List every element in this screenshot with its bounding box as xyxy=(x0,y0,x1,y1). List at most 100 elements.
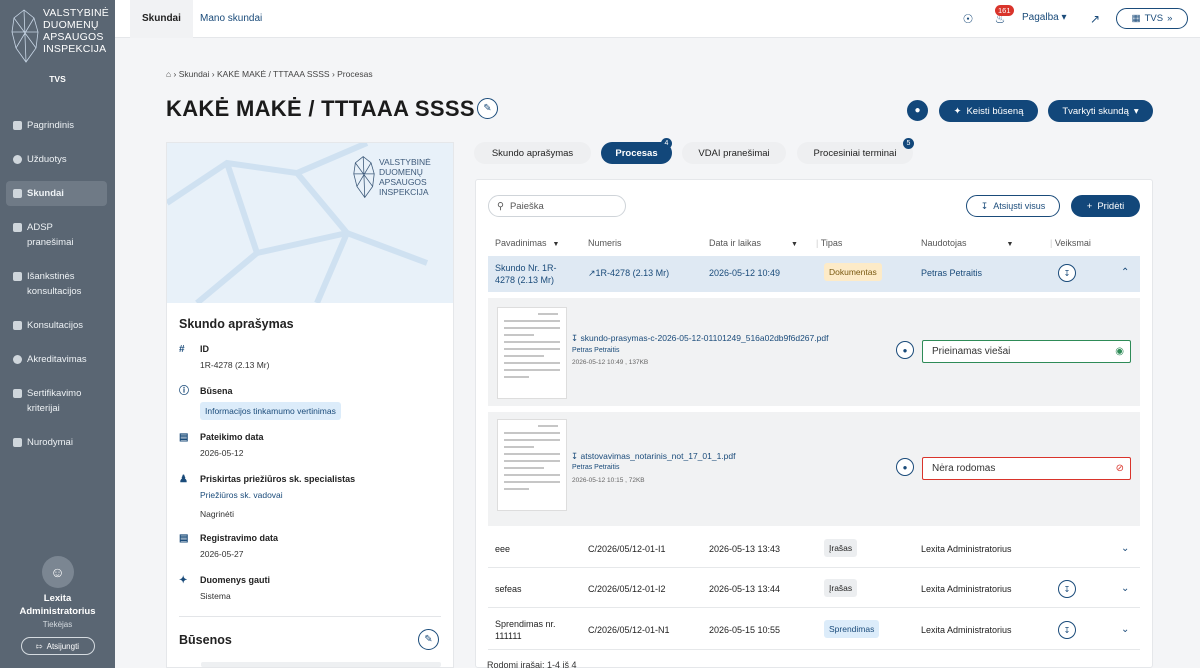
calendar-icon: ▤ xyxy=(179,533,189,544)
manage-complaint-button[interactable]: Tvarkyti skundą ▾ xyxy=(1048,100,1153,122)
table-row[interactable]: eee C/2026/05/12-01-I1 2026-05-13 13:43 … xyxy=(488,532,1140,568)
sidebar-item-skundai[interactable]: Skundai xyxy=(6,181,107,206)
table-row[interactable]: Sprendimas nr. 111111 C/2026/05/12-01-N1 … xyxy=(488,610,1140,650)
sidebar-item-konsultacijos[interactable]: Konsultacijos xyxy=(6,313,107,338)
tvs-button[interactable]: ▦ TVS» xyxy=(1116,8,1188,29)
chat-icon: ● xyxy=(914,105,921,116)
edit-statuses-button[interactable]: ✎ xyxy=(418,629,439,650)
doc-icon xyxy=(13,272,22,281)
breadcrumb-item: Procesas xyxy=(337,69,373,79)
file-thumbnail[interactable] xyxy=(497,419,567,511)
tab-skundai[interactable]: Skundai xyxy=(130,0,193,38)
home-icon[interactable]: ⌂ xyxy=(166,69,171,79)
tab-procesiniai-terminai[interactable]: Procesiniai terminai xyxy=(797,142,913,164)
tab-count-badge: 5 xyxy=(903,138,914,149)
home-icon xyxy=(13,121,22,130)
download-button[interactable]: ↧ xyxy=(1058,621,1076,639)
filter-icon[interactable]: ▼ xyxy=(791,241,798,248)
top-bar: Skundai Mano skundai ☉ ♨ 161 Pagalba ▾ ↗… xyxy=(115,0,1200,38)
share-icon[interactable]: ↗ xyxy=(1088,12,1102,26)
calendar-icon: ▤ xyxy=(179,432,189,443)
sidebar-item-sertifikavimo[interactable]: Sertifikavimo kriterijai xyxy=(6,381,107,421)
user-icon: ♟ xyxy=(179,474,188,485)
comment-button[interactable]: ● xyxy=(896,458,914,476)
cert-icon xyxy=(13,355,22,364)
tab-vdai-pranesimai[interactable]: VDAI pranešimai xyxy=(682,142,786,164)
download-icon: ↧ xyxy=(1063,584,1071,594)
chevron-up-icon[interactable]: ⌃ xyxy=(1121,267,1129,278)
visibility-field[interactable]: Prieinamas viešai ◉ xyxy=(922,340,1131,363)
tab-mano-skundai[interactable]: Mano skundai xyxy=(188,0,274,38)
field-submit-date: ▤ Pateikimo data 2026-05-12 xyxy=(179,432,264,458)
table-row[interactable]: Skundo Nr. 1R- 4278 (2.13 Mr) ↗1R-4278 (2… xyxy=(488,256,1140,292)
specialist-link[interactable]: Priežiūros sk. vadovai xyxy=(200,490,439,500)
statuses-title: Būsenos xyxy=(179,633,232,647)
download-icon: ↧ xyxy=(980,200,989,211)
file-download-link[interactable]: ↧ skundo-prasymas-c-2026-05-12-01101249_… xyxy=(571,333,828,344)
add-button[interactable]: + Pridėti xyxy=(1071,195,1140,217)
sidebar-item-isankstines[interactable]: Išankstinės konsultacijos xyxy=(6,264,107,304)
change-status-button[interactable]: ✦ Keisti būseną xyxy=(939,100,1038,122)
field-status: ⓘ Būsena Informacijos tinkamumo vertinim… xyxy=(179,386,439,420)
col-header-datetime[interactable]: Data ir laikas ▼ xyxy=(709,238,798,248)
file-attachment-row: ↧ skundo-prasymas-c-2026-05-12-01101249_… xyxy=(488,298,1140,406)
file-thumbnail[interactable] xyxy=(497,307,567,399)
comment-button[interactable]: ● xyxy=(896,341,914,359)
vdai-logo[interactable]: VALSTYBINĖ DUOMENŲ APSAUGOS INSPEKCIJA xyxy=(10,6,110,64)
sidebar: VALSTYBINĖ DUOMENŲ APSAUGOS INSPEKCIJA T… xyxy=(0,0,115,668)
chevron-down-icon[interactable]: ⌄ xyxy=(1121,543,1129,554)
download-button[interactable]: ↧ xyxy=(1058,264,1076,282)
chevron-down-icon[interactable]: ⌄ xyxy=(1121,624,1129,635)
notification-badge: 161 xyxy=(995,5,1014,16)
eye-off-icon[interactable]: ⊘ xyxy=(1116,463,1124,474)
avatar[interactable]: ☺ xyxy=(41,556,74,588)
field-id: # ID 1R-4278 (2.13 Mr) xyxy=(179,344,270,370)
filter-icon[interactable]: ▼ xyxy=(1007,241,1014,248)
download-button[interactable]: ↧ xyxy=(1058,580,1076,598)
logo-mark-icon xyxy=(11,9,39,63)
logout-icon: ⇰ xyxy=(35,641,43,651)
col-header-number[interactable]: Numeris xyxy=(588,238,622,248)
sidebar-item-akreditavimas[interactable]: Akreditavimas xyxy=(6,347,107,372)
logout-button[interactable]: ⇰ Atsijungti xyxy=(20,637,95,655)
type-badge: Įrašas xyxy=(824,579,858,597)
tab-skundo-aprasymas[interactable]: Skundo aprašymas xyxy=(474,142,591,164)
visibility-field[interactable]: Nėra rodomas ⊘ xyxy=(922,457,1131,480)
col-header-user[interactable]: Naudotojas ▼ xyxy=(921,238,1013,248)
sidebar-item-nurodymai[interactable]: Nurodymai xyxy=(6,430,107,455)
type-badge: Sprendimas xyxy=(824,620,880,638)
comments-button[interactable]: ● xyxy=(907,100,928,121)
col-header-type[interactable]: | Tipas xyxy=(816,238,842,248)
sidebar-item-pagrindinis[interactable]: Pagrindinis xyxy=(6,113,107,138)
org-short-label: TVS xyxy=(49,74,66,84)
accessibility-icon[interactable]: ☉ xyxy=(961,12,975,26)
edit-title-button[interactable]: ✎ xyxy=(477,98,498,119)
download-all-button[interactable]: ↧ Atsiųsti visus xyxy=(966,195,1060,217)
eye-icon[interactable]: ◉ xyxy=(1115,346,1124,357)
chat-icon xyxy=(13,321,22,330)
chevron-down-icon[interactable]: ⌄ xyxy=(1121,583,1129,594)
breadcrumb-item[interactable]: Skundai xyxy=(179,69,210,79)
file-download-link[interactable]: ↧ atstovavimas_notarinis_not_17_01_1.pdf xyxy=(571,451,736,462)
external-link[interactable]: ↗1R-4278 (2.13 Mr) xyxy=(588,268,669,279)
col-header-name[interactable]: Pavadinimas ▼ xyxy=(495,238,559,248)
help-dropdown[interactable]: Pagalba ▾ xyxy=(1022,12,1067,23)
section-title: Skundo aprašymas xyxy=(179,317,294,331)
table-footer: Rodomi įrašai: 1-4 iš 4 xyxy=(487,660,577,668)
sidebar-item-adsp[interactable]: ADSP pranešimai xyxy=(6,215,107,255)
filter-icon[interactable]: ▼ xyxy=(553,241,560,248)
breadcrumb-item[interactable]: KAKĖ MAKĖ / TTTAAA SSSS xyxy=(217,69,330,79)
logo-mark-icon xyxy=(353,156,375,199)
tasks-icon xyxy=(13,155,22,164)
banner-image: VALSTYBINĖ DUOMENŲ APSAUGOS INSPEKCIJA xyxy=(167,143,453,303)
download-icon: ↧ xyxy=(571,451,579,461)
info-icon: ⓘ xyxy=(179,386,189,397)
user-role: Tiekėjas xyxy=(42,620,73,629)
search-input[interactable]: ⚲ Paieška xyxy=(488,195,626,217)
shield-icon xyxy=(13,438,22,447)
sidebar-item-uzduotys[interactable]: Užduotys xyxy=(6,147,107,172)
breadcrumb: ⌂ › Skundai › KAKĖ MAKĖ / TTTAAA SSSS › … xyxy=(166,69,373,79)
tab-count-badge: 4 xyxy=(661,138,672,149)
pencil-icon: ✎ xyxy=(483,103,492,114)
table-row[interactable]: sefeas C/2026/05/12-01-I2 2026-05-13 13:… xyxy=(488,570,1140,608)
